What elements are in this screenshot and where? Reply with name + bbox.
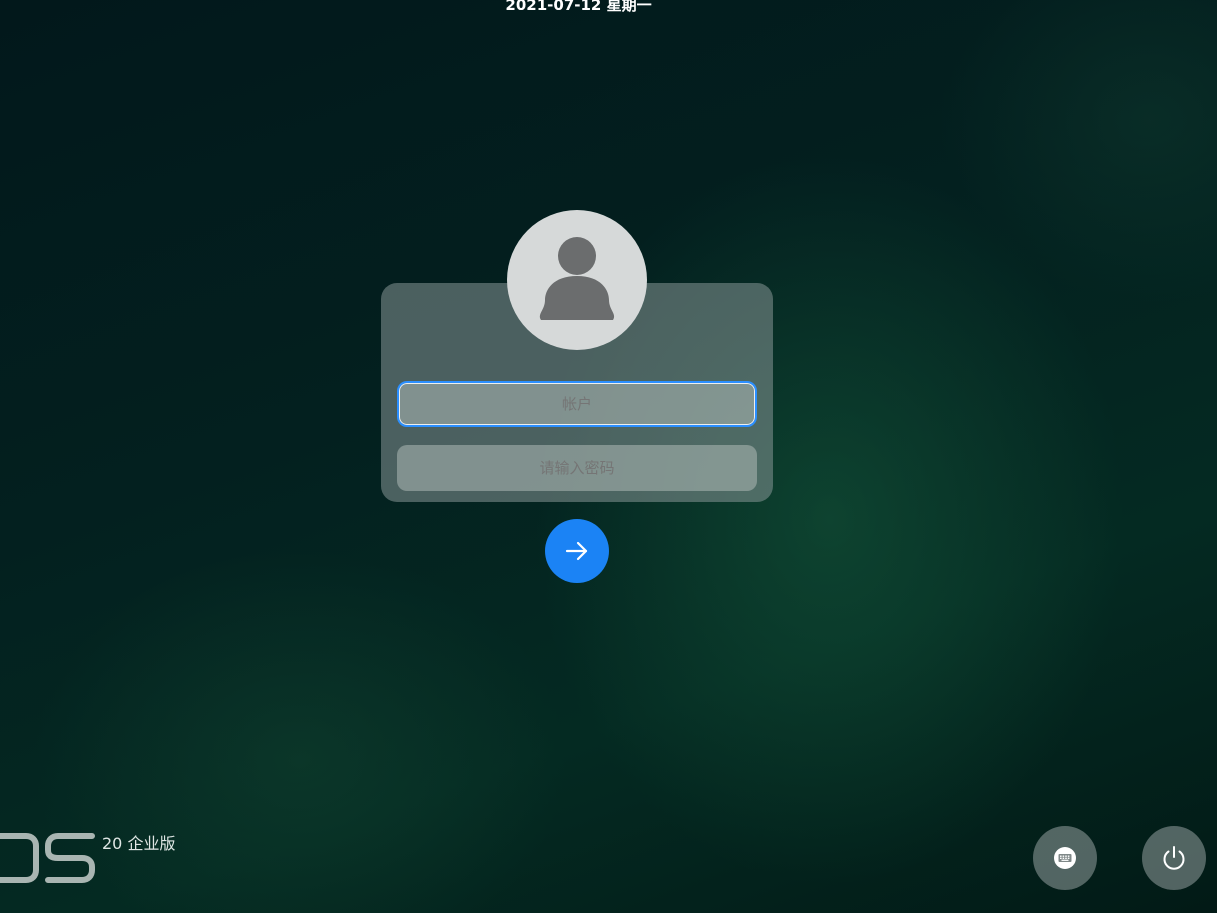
keyboard-button[interactable] <box>1033 826 1097 890</box>
arrow-right-icon <box>565 541 588 561</box>
os-logo-icon <box>0 833 95 883</box>
keyboard-icon <box>1054 847 1076 869</box>
os-edition-label: 20 企业版 <box>102 834 176 853</box>
power-button[interactable] <box>1142 826 1206 890</box>
power-icon <box>1163 846 1185 870</box>
account-input[interactable] <box>397 381 757 427</box>
password-input[interactable] <box>397 445 757 491</box>
date-time-label: 2021-07-12 星期一 <box>505 0 652 14</box>
user-avatar[interactable] <box>507 210 647 350</box>
login-submit-button[interactable] <box>545 519 609 583</box>
user-silhouette-icon <box>539 237 615 320</box>
